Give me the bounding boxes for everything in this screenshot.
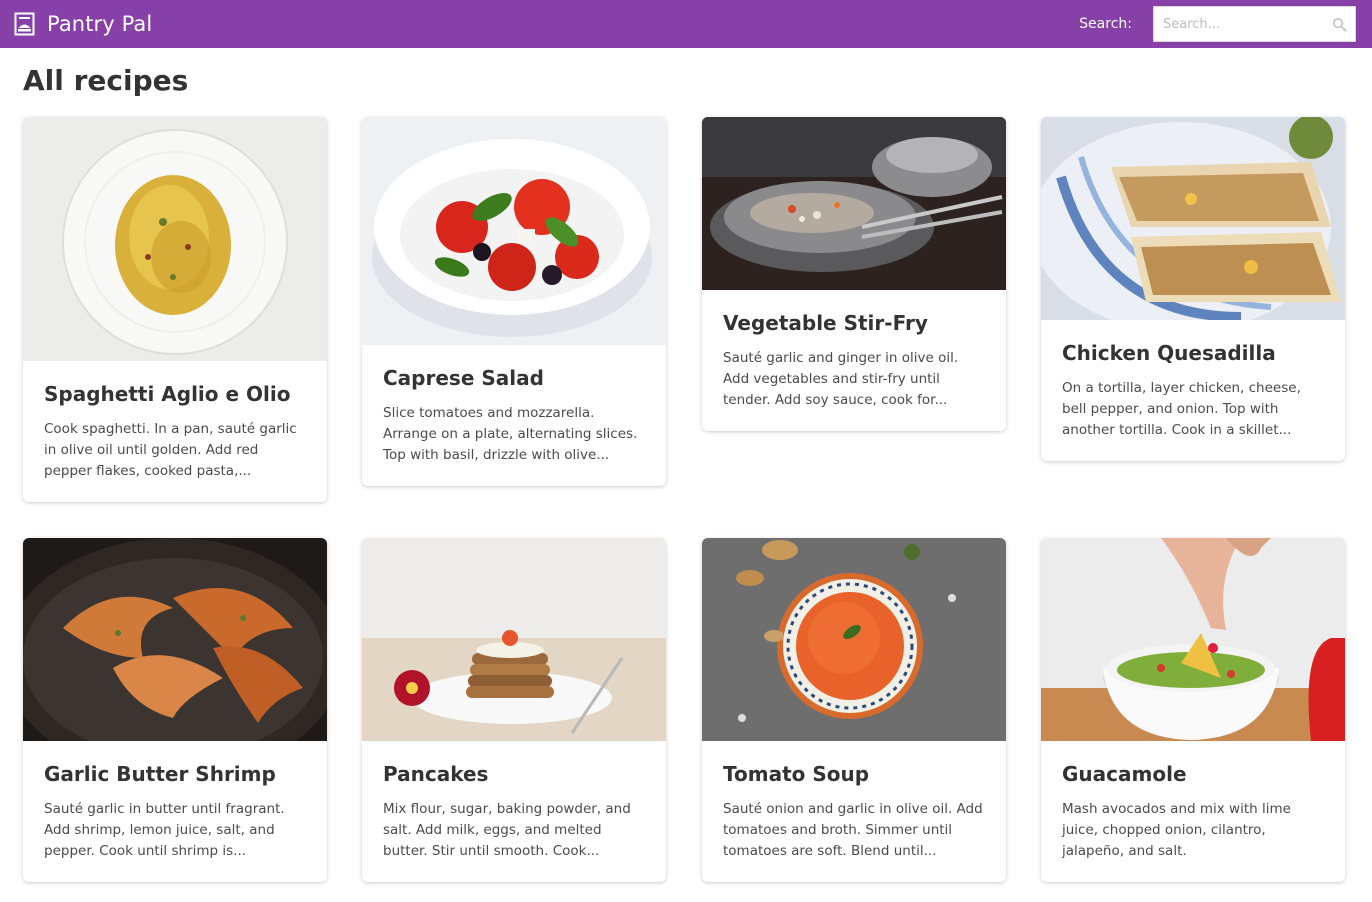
recipe-title: Vegetable Stir-Fry xyxy=(723,311,928,335)
recipe-card[interactable]: Guacamole Mash avocados and mix with lim… xyxy=(1041,538,1345,882)
recipe-card[interactable]: Spaghetti Aglio e Olio Cook spaghetti. I… xyxy=(23,117,327,502)
recipe-photo xyxy=(23,538,327,741)
recipe-excerpt: Mix flour, sugar, baking powder, and sal… xyxy=(383,801,631,859)
page-title: All recipes xyxy=(23,64,189,97)
search-box xyxy=(1153,6,1356,42)
recipe-excerpt: Cook spaghetti. In a pan, sauté garlic i… xyxy=(44,421,297,479)
recipe-card[interactable]: Tomato Soup Sauté onion and garlic in ol… xyxy=(702,538,1006,882)
search-label: Search: xyxy=(1079,16,1132,32)
recipe-title: Chicken Quesadilla xyxy=(1062,341,1276,365)
recipe-title: Tomato Soup xyxy=(723,762,870,786)
recipe-title: Spaghetti Aglio e Olio xyxy=(44,382,291,406)
recipe-card[interactable]: Garlic Butter Shrimp Sauté garlic in but… xyxy=(23,538,327,882)
recipe-photo xyxy=(362,538,666,741)
recipe-excerpt: Sauté garlic and ginger in olive oil. Ad… xyxy=(723,350,959,408)
recipe-card[interactable]: Vegetable Stir-Fry Sauté garlic and ging… xyxy=(702,117,1006,431)
recipe-photo xyxy=(362,117,666,345)
recipe-card[interactable]: Pancakes Mix flour, sugar, baking powder… xyxy=(362,538,666,882)
recipe-photo xyxy=(702,538,1006,741)
search-input[interactable] xyxy=(1163,16,1332,32)
top-navbar: Pantry Pal Search: xyxy=(0,0,1372,48)
recipe-photo xyxy=(1041,117,1345,320)
recipe-card[interactable]: Caprese Salad Slice tomatoes and mozzare… xyxy=(362,117,666,486)
pantry-logo-icon xyxy=(14,12,35,36)
recipe-photo xyxy=(1041,538,1345,741)
app-name: Pantry Pal xyxy=(47,12,153,36)
recipe-excerpt: Sauté garlic in butter until fragrant. A… xyxy=(44,801,285,859)
brand[interactable]: Pantry Pal xyxy=(14,12,152,36)
recipe-excerpt: Slice tomatoes and mozzarella. Arrange o… xyxy=(383,405,638,463)
recipe-card[interactable]: Chicken Quesadilla On a tortilla, layer … xyxy=(1041,117,1345,461)
recipe-excerpt: Sauté onion and garlic in olive oil. Add… xyxy=(723,801,983,859)
recipe-title: Caprese Salad xyxy=(383,366,544,390)
recipe-excerpt: On a tortilla, layer chicken, cheese, be… xyxy=(1062,380,1301,438)
recipe-title: Guacamole xyxy=(1062,762,1187,786)
recipe-title: Pancakes xyxy=(383,762,489,786)
recipe-excerpt: Mash avocados and mix with lime juice, c… xyxy=(1062,801,1291,859)
search-icon[interactable] xyxy=(1332,17,1347,32)
recipe-photo xyxy=(702,117,1006,290)
recipe-title: Garlic Butter Shrimp xyxy=(44,762,276,786)
recipe-photo xyxy=(23,117,327,361)
